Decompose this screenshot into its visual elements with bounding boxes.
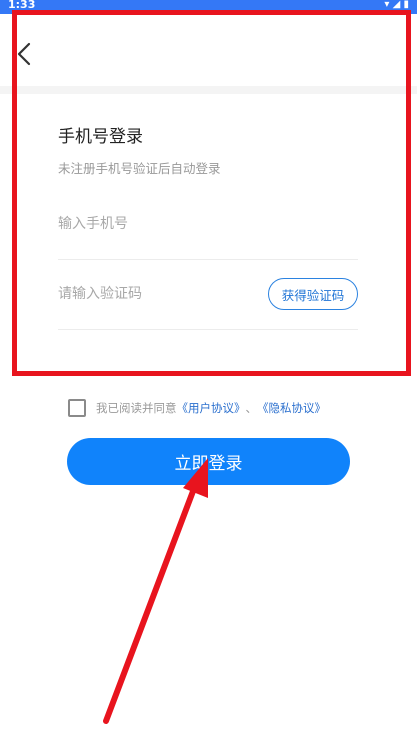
user-agreement-link[interactable]: 《用户协议》: [177, 400, 246, 416]
page-title: 手机号登录: [58, 127, 143, 147]
agreement-separator: 、: [245, 401, 258, 415]
annotation-arrow: [103, 458, 208, 724]
privacy-agreement-link[interactable]: 《隐私协议》: [257, 400, 326, 416]
phone-input[interactable]: [58, 189, 258, 259]
status-icons: ▾ ◢ ▮: [384, 0, 409, 10]
header: [0, 14, 417, 86]
login-button[interactable]: 立即登录: [67, 438, 350, 485]
code-field-row: 获得验证码: [58, 259, 358, 330]
status-bar: 1:33 ▾ ◢ ▮: [0, 0, 417, 14]
back-button[interactable]: [14, 40, 38, 68]
phone-field-row: [58, 189, 358, 260]
page-subtitle: 未注册手机号验证后自动登录: [58, 161, 221, 176]
agreement-row: 我已阅读并同意 《用户协议》 、 《隐私协议》: [68, 397, 326, 419]
agreement-checkbox[interactable]: [68, 399, 86, 417]
header-divider: [0, 86, 417, 94]
agreement-text: 我已阅读并同意: [96, 401, 177, 415]
verification-code-input[interactable]: [58, 259, 248, 329]
chevron-left-icon: [17, 42, 31, 66]
get-code-button[interactable]: 获得验证码: [268, 278, 358, 310]
status-time: 1:33: [8, 0, 36, 11]
